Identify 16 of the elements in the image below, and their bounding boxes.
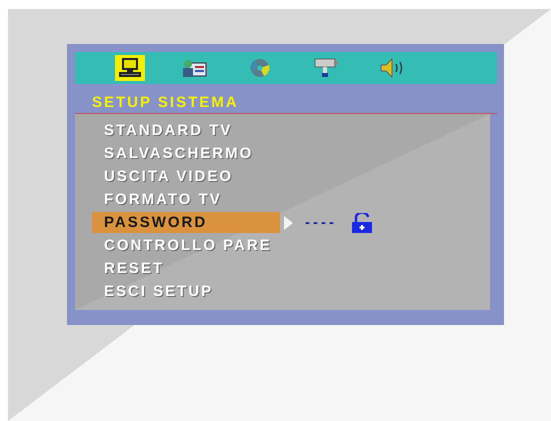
speaker-icon	[379, 57, 405, 79]
menu-item[interactable]: STANDARD TV	[92, 120, 280, 141]
menu-item[interactable]: CONTROLLO PARE	[92, 235, 280, 256]
arrow-icon	[284, 216, 293, 230]
id-card-icon	[180, 57, 208, 79]
password-value: ----	[305, 214, 337, 231]
menu-tab[interactable]	[115, 55, 145, 81]
menu-item[interactable]: SALVASCHERMO	[92, 143, 280, 164]
disc-icon	[249, 57, 271, 79]
menu-item[interactable]: FORMATO TV	[92, 189, 280, 210]
camera-icon	[312, 57, 340, 79]
menu-item[interactable]: ESCI SETUP	[92, 281, 280, 302]
menu-item[interactable]: USCITA VIDEO	[92, 166, 280, 187]
menu-item[interactable]: RESET	[92, 258, 280, 279]
menu-item[interactable]: PASSWORD	[92, 212, 280, 233]
computer-icon	[117, 57, 143, 79]
